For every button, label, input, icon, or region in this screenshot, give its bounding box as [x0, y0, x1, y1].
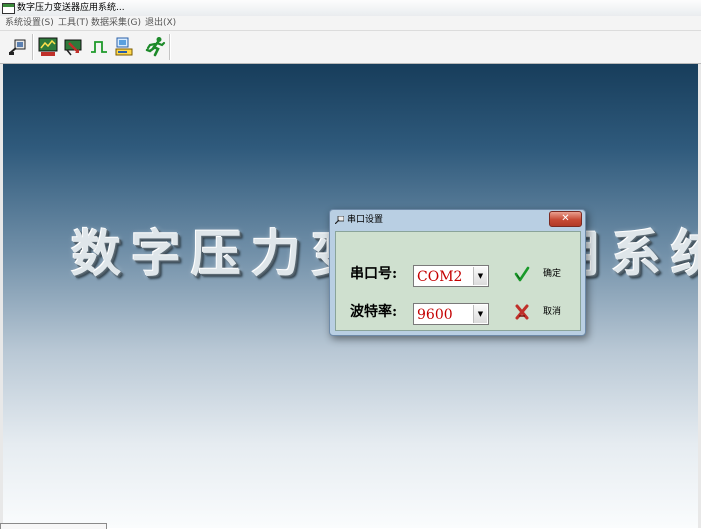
checkmark-icon[interactable] [514, 266, 530, 282]
cross-icon[interactable] [514, 304, 530, 320]
baud-rate-select-value: 9600 [417, 307, 453, 323]
cancel-button[interactable]: 取消 [543, 306, 561, 318]
port-select[interactable]: COM2 ▼ [413, 265, 489, 287]
computer-device-icon [115, 37, 133, 56]
toolbar [0, 31, 701, 64]
port-select-value: COM2 [417, 269, 463, 285]
chart-monitor-button[interactable] [37, 35, 59, 59]
pulse-wave-icon [91, 41, 107, 53]
computer-device-button[interactable] [113, 35, 135, 59]
status-bar-tab [0, 523, 107, 529]
serial-port-icon [9, 39, 26, 55]
exit-button[interactable] [145, 35, 167, 59]
menu-tools[interactable]: 工具(T) [58, 16, 89, 30]
app-window: 数字压力变送器应用系统... 系统设置(S) 工具(T) 数据采集(G) 退出(… [0, 0, 701, 529]
dialog-serial-icon [335, 216, 344, 224]
ok-button[interactable]: 确定 [543, 268, 561, 280]
menu-system-settings[interactable]: 系统设置(S) [5, 16, 54, 30]
dialog-title: 串口设置 [347, 215, 384, 225]
dialog-body: 串口号: COM2 ▼ 波特率: 9600 ▼ 确定 取消 [335, 231, 581, 331]
baud-rate-label: 波特率: [350, 304, 398, 320]
menu-exit[interactable]: 退出(X) [145, 16, 176, 30]
dialog-title-bar[interactable]: 串口设置 ✕ [330, 210, 585, 230]
serial-settings-dialog: 串口设置 ✕ 串口号: COM2 ▼ 波特率: 9600 ▼ 确定 取消 [329, 209, 586, 336]
dialog-close-button[interactable]: ✕ [549, 211, 582, 227]
window-title: 数字压力变送器应用系统... [17, 3, 125, 13]
chart-monitor-icon [38, 37, 58, 56]
app-icon [2, 3, 15, 14]
exit-running-man-icon [145, 37, 166, 57]
menu-bar: 系统设置(S) 工具(T) 数据采集(G) 退出(X) [0, 16, 701, 31]
chevron-down-icon[interactable]: ▼ [473, 305, 487, 323]
chart-arrow-button[interactable] [62, 35, 84, 59]
serial-port-settings-button[interactable] [7, 35, 29, 59]
toolbar-separator [32, 34, 34, 60]
title-bar: 数字压力变送器应用系统... [0, 0, 701, 17]
chevron-down-icon[interactable]: ▼ [473, 267, 487, 285]
port-label: 串口号: [350, 266, 398, 282]
baud-rate-select[interactable]: 9600 ▼ [413, 303, 489, 325]
toolbar-separator [169, 34, 171, 60]
menu-data-acquisition[interactable]: 数据采集(G) [91, 16, 141, 30]
pulse-wave-button[interactable] [88, 35, 110, 59]
chart-arrow-icon [64, 39, 82, 56]
